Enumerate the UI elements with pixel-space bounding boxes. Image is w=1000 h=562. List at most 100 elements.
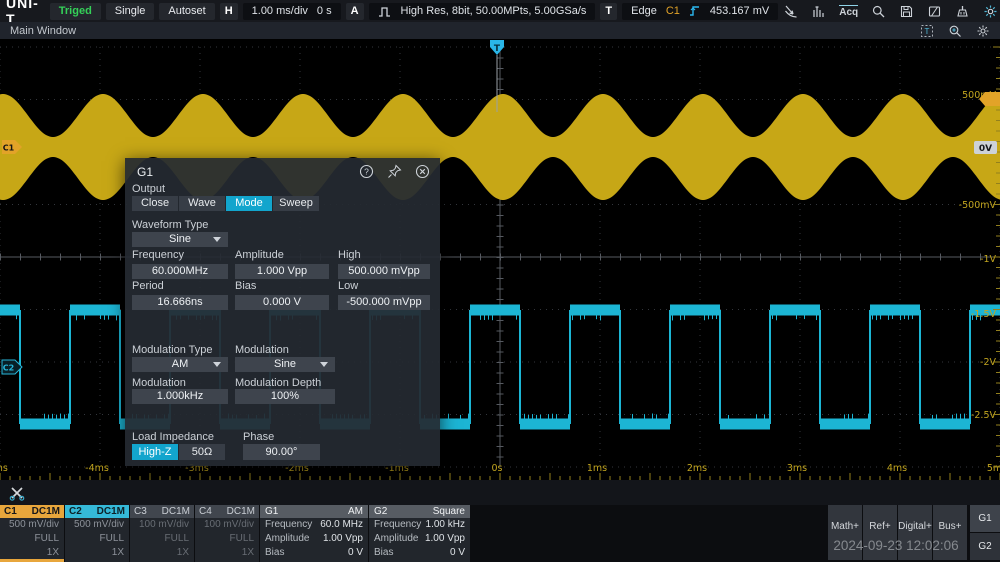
amplitude-field[interactable]: 1.000 Vpp	[235, 264, 329, 279]
top-toolbar: UNI-T Triged Single Autoset H 1.00 ms/di…	[0, 0, 1000, 27]
bias-field[interactable]: 0.000 V	[235, 295, 329, 310]
output-mode-button[interactable]: Mode	[226, 196, 272, 211]
g1-side-button[interactable]: G1	[970, 505, 1000, 532]
modulation-wave-value: Sine	[273, 358, 297, 370]
trigger-readout[interactable]: Edge C1 453.167 mV	[622, 2, 779, 20]
period-field[interactable]: 16.666ns	[132, 295, 228, 310]
load-impedance-label: Load Impedance	[132, 431, 214, 443]
svg-text:0V: 0V	[979, 144, 992, 154]
channel-id: C3	[134, 506, 147, 517]
generator-id: G1	[265, 506, 279, 517]
cursor-measure-icon[interactable]	[783, 4, 798, 19]
modulation-depth-field[interactable]: 100%	[235, 389, 335, 404]
x-axis-label: 2ms	[687, 463, 707, 474]
trigger-menu-button[interactable]: T	[600, 2, 618, 20]
x-axis-label: 5ms	[987, 463, 1000, 474]
high-field[interactable]: 500.000 mVpp	[338, 264, 430, 279]
channel-tile-c3[interactable]: C3 DC1M 100 mV/div FULL 1X	[130, 505, 194, 562]
phase-label: Phase	[243, 431, 275, 443]
clear-icon[interactable]	[955, 4, 970, 19]
modulation-freq-field[interactable]: 1.000kHz	[132, 389, 228, 404]
output-sweep-button[interactable]: Sweep	[273, 196, 319, 211]
display-settings-icon[interactable]	[976, 24, 990, 38]
generator-tile-g1[interactable]: G1 AM Frequency 60.0 MHz Amplitude 1.00 Vpp…	[260, 505, 368, 562]
channel-bandwidth: FULL	[229, 533, 254, 544]
gen-row-label: Frequency	[265, 519, 313, 530]
amplitude-label: Amplitude	[235, 249, 284, 261]
close-icon[interactable]	[415, 164, 430, 179]
trigger-level-value: 453.167 mV	[709, 5, 770, 17]
channel-id: C2	[69, 506, 82, 517]
acquire-info: High Res, 8bit, 50.00MPts, 5.00GSa/s	[400, 5, 587, 17]
modulation-type-dropdown[interactable]: AM	[132, 357, 228, 372]
g2-side-button[interactable]: G2	[970, 533, 1000, 560]
dialog-title: G1	[137, 165, 154, 179]
low-field[interactable]: -500.000 mVpp	[338, 295, 430, 310]
rising-edge-icon	[689, 4, 701, 18]
load-50ohm-button[interactable]: 50Ω	[179, 444, 225, 460]
pin-icon[interactable]	[387, 164, 402, 179]
acquire-readout[interactable]: High Res, 8bit, 50.00MPts, 5.00GSa/s	[368, 2, 596, 20]
scissors-icon[interactable]	[8, 484, 26, 502]
y-axis-label: -500mV	[959, 200, 997, 211]
search-icon[interactable]	[871, 4, 886, 19]
waveform-type-dropdown[interactable]: Sine	[132, 232, 228, 247]
text-tool-icon[interactable]: T	[920, 24, 934, 38]
svg-text:T: T	[925, 27, 930, 36]
window-bar-icons: T	[920, 24, 990, 38]
acquire-menu-button[interactable]: A	[345, 2, 364, 20]
save-icon[interactable]	[899, 4, 914, 19]
svg-text:C1: C1	[3, 144, 15, 153]
toolbar-icons: Acq	[783, 4, 1000, 19]
modulation-wave-dropdown[interactable]: Sine	[235, 357, 335, 372]
load-highz-button[interactable]: High-Z	[132, 444, 178, 460]
channel-coupling: DC1M	[96, 506, 125, 517]
phase-field[interactable]: 90.00°	[243, 444, 320, 460]
channel-tile-c4[interactable]: C4 DC1M 100 mV/div FULL 1X	[195, 505, 259, 562]
autoset-button[interactable]: Autoset	[159, 2, 215, 20]
trigger-status-badge: Triged	[49, 2, 101, 20]
timebase-value: 1.00 ms/div	[251, 5, 308, 17]
gen-row-value: 0 V	[347, 547, 363, 558]
x-axis-label: -5ms	[0, 463, 8, 474]
x-axis-label: 3ms	[787, 463, 807, 474]
generator-wave: AM	[348, 506, 363, 517]
window-title: Main Window	[10, 24, 77, 37]
horizontal-menu-button[interactable]: H	[219, 2, 238, 20]
zoom-in-icon[interactable]	[948, 24, 962, 38]
output-close-button[interactable]: Close	[132, 196, 178, 211]
channel-probe: 1X	[241, 547, 254, 558]
chevron-down-icon	[213, 362, 221, 367]
modulation-type-value: AM	[171, 358, 189, 370]
modulation-freq-label: Modulation	[132, 377, 186, 389]
channel-id: C4	[199, 506, 212, 517]
fft-icon[interactable]	[811, 4, 826, 19]
channel-id: C1	[4, 506, 17, 517]
modulation-wave-label: Modulation	[235, 344, 289, 356]
modulation-depth-label: Modulation Depth	[235, 377, 322, 389]
frequency-field[interactable]: 60.000MHz	[132, 264, 228, 279]
channel-tile-c1[interactable]: C1 DC1M 500 mV/div FULL 1X	[0, 505, 64, 562]
acq-icon[interactable]: Acq	[839, 4, 859, 18]
channel-bandwidth: FULL	[164, 533, 189, 544]
gen-row-label: Bias	[374, 547, 394, 558]
chevron-down-icon	[213, 237, 221, 242]
screenshot-icon[interactable]	[927, 4, 942, 19]
y-axis-label: -2.5V	[971, 410, 997, 421]
window-bar: Main Window T	[0, 22, 1000, 39]
x-axis-label: 4ms	[887, 463, 907, 474]
channel-tile-c2[interactable]: C2 DC1M 500 mV/div FULL 1X	[65, 505, 129, 562]
settings-icon[interactable]	[983, 4, 998, 19]
channel-scale: 500 mV/div	[73, 519, 124, 530]
single-button[interactable]: Single	[105, 2, 155, 20]
datetime-display: 2024-09-23 12:02:06	[833, 538, 959, 553]
generator-tile-g2[interactable]: G2 Square Frequency 1.00 kHz Amplitude 1.00…	[369, 505, 470, 562]
channel-probe: 1X	[176, 547, 189, 558]
channel-bandwidth: FULL	[34, 533, 59, 544]
help-icon[interactable]: ?	[359, 164, 374, 179]
period-label: Period	[132, 280, 164, 292]
low-label: Low	[338, 280, 359, 292]
timebase-readout[interactable]: 1.00 ms/div 0 s	[242, 2, 341, 20]
output-wave-button[interactable]: Wave	[179, 196, 225, 211]
channel-coupling: DC1M	[226, 506, 255, 517]
